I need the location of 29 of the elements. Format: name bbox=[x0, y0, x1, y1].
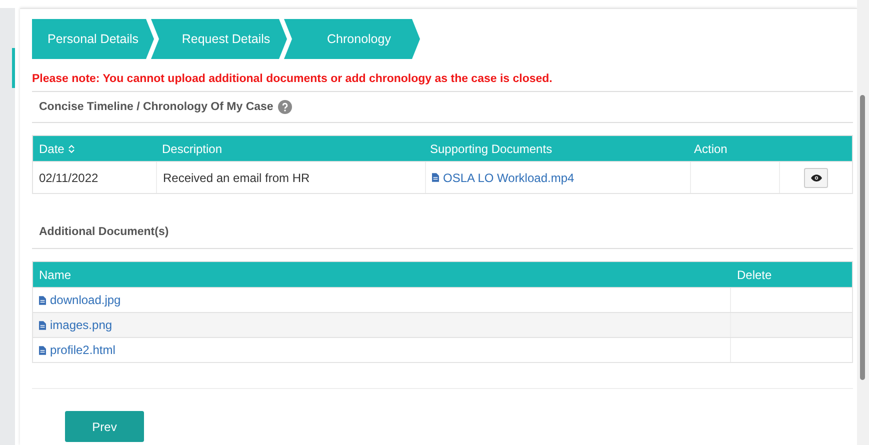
date-text: 02/11/2022 bbox=[39, 170, 98, 184]
column-header: Action bbox=[694, 142, 728, 156]
section-title: Additional Document(s) bbox=[39, 226, 169, 238]
section-title: Concise Timeline / Chronology Of My Case bbox=[39, 101, 274, 113]
prev-button[interactable]: Prev bbox=[65, 411, 144, 442]
document-link[interactable]: OSLA LO Workload.mp4 bbox=[432, 170, 574, 184]
scrollbar[interactable] bbox=[857, 0, 869, 445]
help-icon[interactable] bbox=[278, 100, 292, 114]
column-header: Description bbox=[162, 142, 222, 156]
file-icon bbox=[39, 346, 46, 354]
column-header: Supporting Documents bbox=[430, 142, 552, 156]
document-link[interactable]: images.png bbox=[39, 318, 112, 332]
view-button[interactable] bbox=[804, 168, 828, 188]
column-header: Name bbox=[39, 268, 72, 282]
document-link[interactable]: download.jpg bbox=[39, 293, 121, 307]
wizard-step[interactable]: Chronology bbox=[284, 19, 420, 59]
eye-icon bbox=[810, 174, 822, 182]
wizard-step[interactable]: Request Details bbox=[151, 19, 287, 59]
wizard-step[interactable]: Personal Details bbox=[32, 19, 154, 59]
active-marker bbox=[12, 48, 15, 88]
sort-icon[interactable] bbox=[68, 144, 76, 154]
notice-text: Please note: You cannot upload additional documents or add chronology as the case is closed. bbox=[32, 73, 853, 92]
description-text: Received an email from HR bbox=[163, 170, 310, 184]
file-icon bbox=[39, 320, 46, 330]
column-header: Delete bbox=[737, 268, 772, 282]
column-header[interactable]: Date bbox=[39, 142, 64, 156]
file-icon bbox=[432, 173, 439, 182]
document-link[interactable]: profile2.html bbox=[39, 343, 116, 357]
file-icon bbox=[39, 296, 46, 304]
